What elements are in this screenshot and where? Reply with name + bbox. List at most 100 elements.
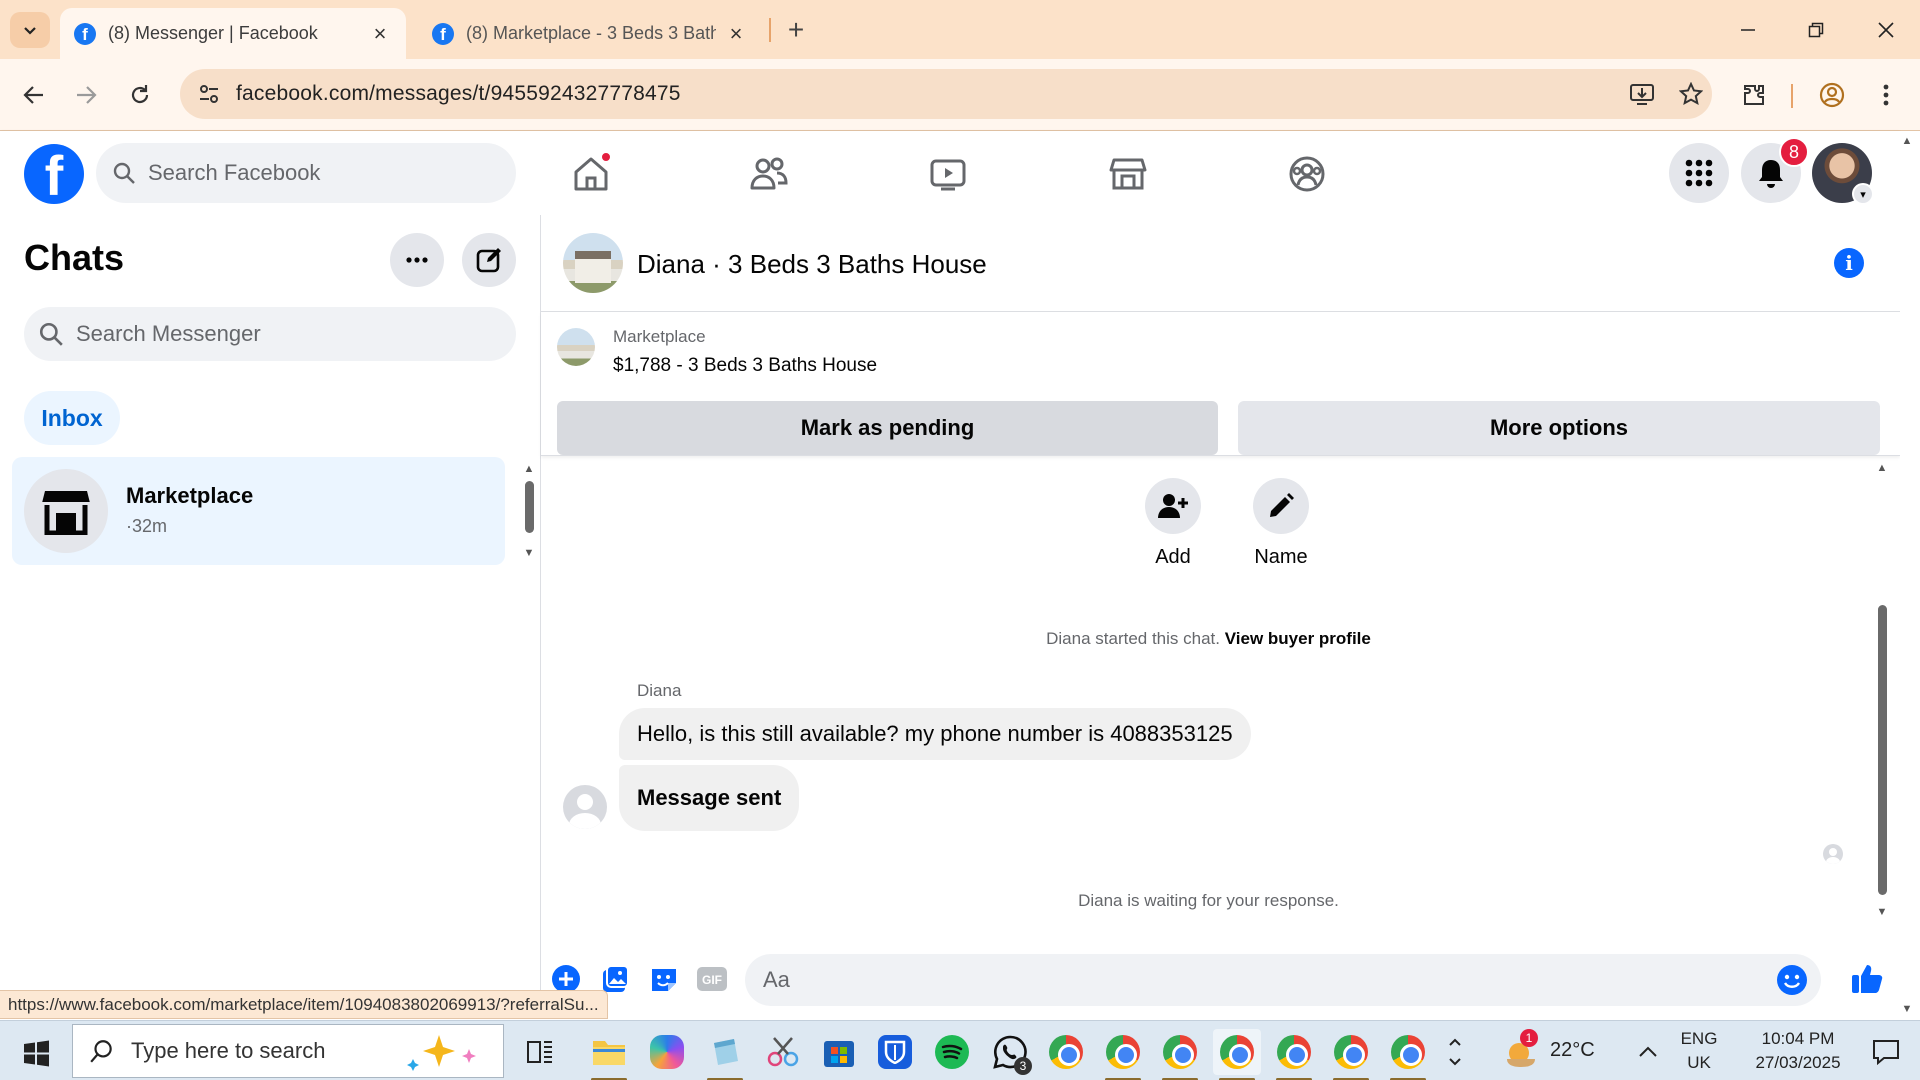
chats-sidebar: Chats Search Messenger Inbox Marketplace… bbox=[0, 215, 541, 1010]
url-text[interactable]: facebook.com/messages/t/9455924327778475 bbox=[236, 82, 681, 106]
extensions-icon[interactable] bbox=[1734, 75, 1774, 115]
task-view-button[interactable] bbox=[516, 1029, 564, 1075]
copilot-icon bbox=[650, 1035, 684, 1069]
chrome-icon bbox=[1163, 1035, 1197, 1069]
listing-price-title[interactable]: $1,788 - 3 Beds 3 Baths House bbox=[613, 355, 877, 377]
menu-button[interactable] bbox=[1669, 143, 1729, 203]
facebook-logo[interactable]: f bbox=[24, 144, 84, 204]
view-buyer-profile-link[interactable]: View buyer profile bbox=[1225, 629, 1371, 648]
clock[interactable]: 10:04 PM 27/03/2025 bbox=[1738, 1027, 1858, 1075]
more-options-button[interactable]: More options bbox=[1238, 401, 1880, 455]
spotify-icon bbox=[935, 1035, 969, 1069]
taskbar-chrome-6[interactable] bbox=[1327, 1029, 1375, 1080]
restore-button[interactable] bbox=[1796, 10, 1836, 50]
language-code: ENG bbox=[1680, 1029, 1718, 1048]
forward-button[interactable] bbox=[66, 75, 106, 115]
close-tab-icon[interactable]: × bbox=[368, 21, 392, 47]
weather-widget-icon[interactable]: 1 bbox=[1496, 1029, 1546, 1075]
show-hidden-icons-button[interactable] bbox=[1630, 1029, 1666, 1075]
tab-title: (8) Marketplace - 3 Beds 3 Baths House bbox=[466, 23, 716, 43]
scroll-down-icon[interactable]: ▼ bbox=[522, 547, 536, 559]
conversation-title[interactable]: Diana · 3 Beds 3 Baths House bbox=[637, 249, 987, 280]
info-icon[interactable]: i bbox=[1834, 248, 1864, 278]
scroll-up-icon[interactable]: ▲ bbox=[522, 463, 536, 475]
listing-thumbnail[interactable] bbox=[557, 328, 595, 366]
gif-icon[interactable]: GIF bbox=[695, 962, 729, 996]
sticker-icon[interactable] bbox=[647, 962, 681, 996]
page-scrollbar[interactable]: ▲ ▼ bbox=[1900, 131, 1914, 1020]
nav-video[interactable] bbox=[923, 149, 973, 199]
message-input[interactable]: Aa bbox=[745, 954, 1821, 1006]
close-tab-icon[interactable]: × bbox=[724, 21, 748, 47]
site-info-icon[interactable] bbox=[194, 79, 224, 109]
windows-start-button[interactable] bbox=[18, 1035, 54, 1071]
scroll-up-icon[interactable]: ▲ bbox=[1875, 462, 1889, 474]
name-chat-action[interactable]: Name bbox=[1241, 478, 1321, 569]
taskbar-chrome-3[interactable] bbox=[1156, 1029, 1204, 1080]
taskbar-chrome-5[interactable] bbox=[1270, 1029, 1318, 1080]
tab-messenger[interactable]: f (8) Messenger | Facebook × bbox=[60, 8, 406, 59]
taskbar-snipping-tool[interactable] bbox=[759, 1029, 807, 1075]
sender-avatar[interactable] bbox=[563, 785, 607, 829]
chevron-down-icon[interactable]: ▾ bbox=[1852, 183, 1874, 205]
taskbar-chrome-4[interactable] bbox=[1213, 1029, 1261, 1080]
inbox-filter-tab[interactable]: Inbox bbox=[24, 391, 120, 445]
folder-icon bbox=[593, 1041, 625, 1065]
taskbar-bitwarden[interactable] bbox=[871, 1029, 919, 1075]
tab-separator bbox=[769, 18, 771, 42]
scroll-thumb[interactable] bbox=[1878, 605, 1887, 895]
taskbar-file-explorer[interactable] bbox=[585, 1029, 633, 1080]
weather-temperature[interactable]: 22°C bbox=[1550, 1039, 1595, 1062]
taskbar-copilot[interactable] bbox=[643, 1029, 691, 1075]
thumbs-up-icon[interactable] bbox=[1847, 958, 1887, 998]
taskbar-notepad[interactable] bbox=[701, 1029, 749, 1080]
taskbar-spotify[interactable] bbox=[928, 1029, 976, 1075]
back-button[interactable] bbox=[14, 75, 54, 115]
nav-groups[interactable] bbox=[1282, 149, 1332, 199]
message-bubble[interactable]: Message sent bbox=[619, 765, 800, 831]
taskbar-overflow-button[interactable] bbox=[1438, 1029, 1472, 1075]
minimize-button[interactable] bbox=[1728, 10, 1768, 50]
chat-list-scrollbar[interactable]: ▲ ▼ bbox=[522, 463, 536, 559]
emoji-icon[interactable] bbox=[1777, 965, 1807, 995]
nav-marketplace[interactable] bbox=[1103, 149, 1153, 199]
messenger-search-input[interactable]: Search Messenger bbox=[24, 307, 516, 361]
nav-friends[interactable] bbox=[744, 149, 794, 199]
taskbar-search-input[interactable]: Type here to search bbox=[72, 1024, 504, 1078]
facebook-search-input[interactable]: Search Facebook bbox=[96, 143, 516, 203]
profile-icon[interactable] bbox=[1812, 75, 1852, 115]
bookmark-star-icon[interactable] bbox=[1676, 79, 1706, 109]
chats-title: Chats bbox=[24, 237, 125, 278]
chat-options-button[interactable] bbox=[390, 233, 444, 287]
address-bar[interactable]: facebook.com/messages/t/9455924327778475 bbox=[180, 69, 1712, 119]
close-window-button[interactable] bbox=[1866, 10, 1906, 50]
new-message-button[interactable] bbox=[462, 233, 516, 287]
scroll-down-icon[interactable]: ▼ bbox=[1875, 906, 1889, 918]
scissors-icon bbox=[767, 1037, 799, 1067]
tab-marketplace[interactable]: f (8) Marketplace - 3 Beds 3 Baths House… bbox=[418, 8, 762, 59]
scroll-down-icon[interactable]: ▼ bbox=[1900, 1003, 1914, 1015]
taskbar-chrome-2[interactable] bbox=[1099, 1029, 1147, 1080]
conversation-item-marketplace[interactable]: Marketplace ·32m bbox=[12, 457, 505, 565]
add-people-action[interactable]: Add bbox=[1133, 478, 1213, 569]
new-tab-button[interactable]: + bbox=[780, 14, 812, 46]
scroll-thumb[interactable] bbox=[525, 481, 534, 533]
conversation-scrollbar[interactable]: ▲ ▼ bbox=[1875, 462, 1889, 918]
scroll-up-icon[interactable]: ▲ bbox=[1900, 135, 1914, 147]
kebab-menu-icon[interactable] bbox=[1866, 75, 1906, 115]
reload-button[interactable] bbox=[120, 75, 160, 115]
listing-thumbnail[interactable] bbox=[563, 233, 623, 293]
mark-as-pending-button[interactable]: Mark as pending bbox=[557, 401, 1218, 455]
taskbar-chrome-7[interactable] bbox=[1384, 1029, 1432, 1080]
nav-home[interactable] bbox=[566, 149, 616, 199]
notification-center-button[interactable] bbox=[1866, 1029, 1906, 1075]
tab-search-button[interactable] bbox=[10, 12, 50, 48]
message-bubble[interactable]: Hello, is this still available? my phone… bbox=[619, 708, 1251, 760]
conversation-pane: Diana · 3 Beds 3 Baths House i Marketpla… bbox=[541, 215, 1900, 1010]
taskbar-chrome-1[interactable] bbox=[1042, 1029, 1090, 1075]
chevron-up-down-icon bbox=[1449, 1038, 1461, 1066]
taskbar-whatsapp[interactable]: 3 bbox=[986, 1029, 1034, 1075]
taskbar-store[interactable] bbox=[815, 1029, 863, 1075]
language-indicator[interactable]: ENG UK bbox=[1676, 1027, 1722, 1075]
install-app-icon[interactable] bbox=[1627, 79, 1657, 109]
